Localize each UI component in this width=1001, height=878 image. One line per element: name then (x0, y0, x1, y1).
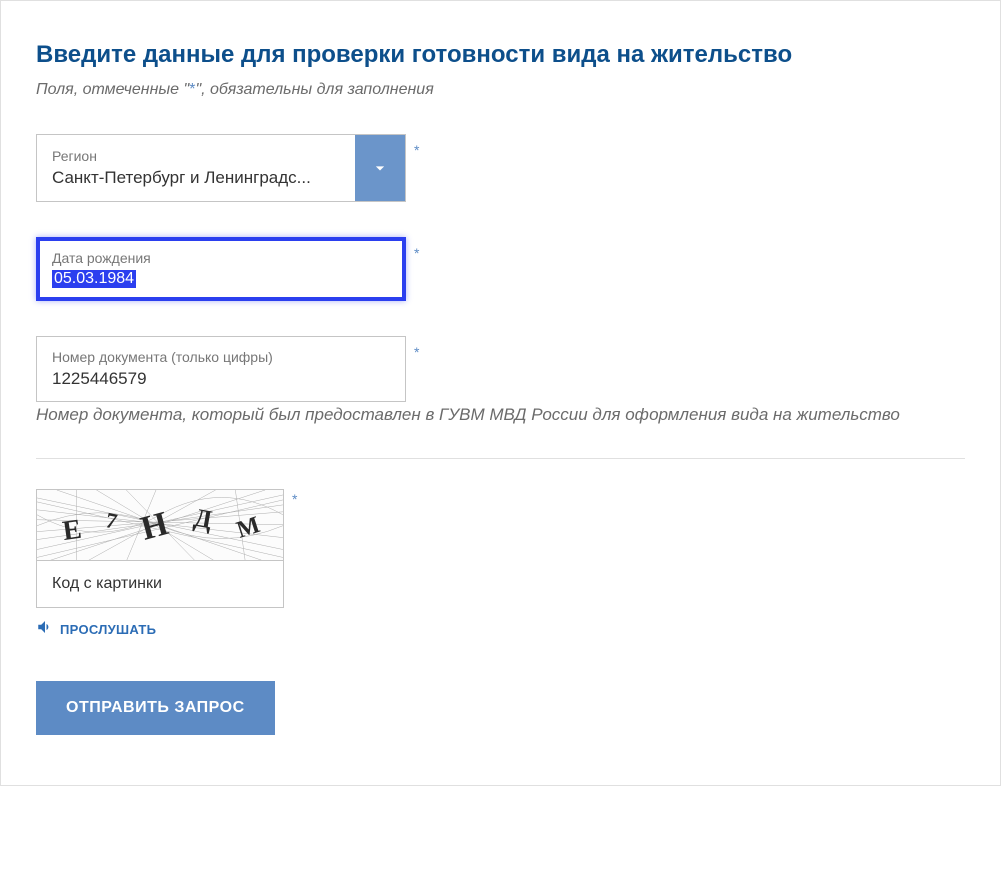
required-star: * (414, 245, 419, 261)
divider (36, 458, 965, 459)
region-field-row: Регион Санкт-Петербург и Ленинградс... * (36, 134, 965, 202)
required-star: * (414, 344, 419, 360)
captcha-listen-label: ПРОСЛУШАТЬ (60, 622, 156, 637)
region-label: Регион (52, 148, 340, 164)
form-container: Введите данные для проверки готовности в… (0, 0, 1001, 786)
required-star: * (292, 491, 297, 507)
docnum-hint: Номер документа, который был предоставле… (36, 402, 936, 428)
chevron-down-icon[interactable] (355, 135, 405, 201)
birthdate-field-row: Дата рождения 05.03.1984 * (36, 237, 965, 301)
docnum-field-row: Номер документа (только цифры) 122544657… (36, 336, 965, 402)
region-select[interactable]: Регион Санкт-Петербург и Ленинградс... (36, 134, 406, 202)
docnum-input[interactable]: Номер документа (только цифры) 122544657… (36, 336, 406, 402)
birthdate-label: Дата рождения (52, 250, 390, 266)
submit-button[interactable]: ОТПРАВИТЬ ЗАПРОС (36, 681, 275, 735)
captcha-block: * Е 7 Н Д М (36, 489, 284, 608)
captcha-image: Е 7 Н Д М (36, 489, 284, 561)
region-value: Санкт-Петербург и Ленинградс... (52, 168, 340, 188)
birthdate-input[interactable]: Дата рождения 05.03.1984 (36, 237, 406, 301)
captcha-input[interactable]: Код с картинки (36, 561, 284, 608)
docnum-label: Номер документа (только цифры) (52, 349, 390, 365)
birthdate-value: 05.03.1984 (52, 270, 136, 288)
captcha-listen-button[interactable]: ПРОСЛУШАТЬ (36, 618, 965, 641)
required-fields-note: Поля, отмеченные "*", обязательны для за… (36, 81, 965, 99)
captcha-characters: Е 7 Н Д М (37, 490, 283, 560)
page-title: Введите данные для проверки готовности в… (36, 41, 965, 69)
speaker-icon (36, 618, 54, 641)
docnum-value: 1225446579 (52, 369, 390, 389)
required-star: * (414, 142, 419, 158)
